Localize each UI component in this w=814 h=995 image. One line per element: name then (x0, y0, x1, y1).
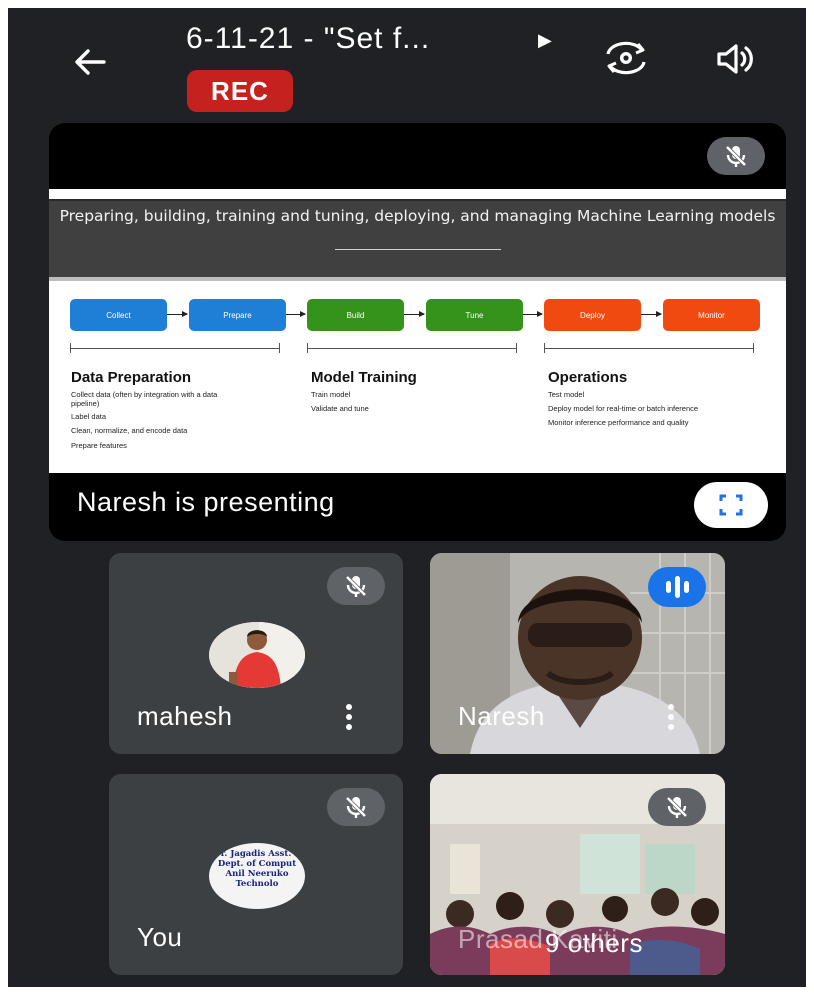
mic-off-icon (648, 788, 706, 826)
column-item: Monitor inference performance and qualit… (548, 418, 689, 427)
column-item: Label data (71, 412, 107, 421)
presenting-label: Naresh is presenting (77, 487, 335, 517)
meeting-title[interactable]: 6-11-21 - "Set f... (186, 22, 430, 56)
flow-arrow (167, 311, 188, 317)
column-title-model-training: Model Training (311, 369, 417, 386)
avatar-text: Dr. Jagadis Asst. P Dept. of Comput Anil… (213, 849, 301, 889)
phase-bracket (307, 343, 517, 353)
slide-heading: Preparing, building, training and tuning… (59, 207, 776, 225)
fullscreen-button[interactable] (694, 482, 768, 528)
flow-arrow (286, 311, 306, 317)
participant-name: You (137, 922, 183, 952)
camera-switch-icon[interactable] (602, 38, 650, 78)
flow-arrow (523, 311, 543, 317)
participant-name: Naresh (458, 701, 545, 731)
step-build: Build (307, 299, 404, 331)
shared-slide: Preparing, building, training and tuning… (49, 189, 786, 473)
step-collect: Collect (70, 299, 167, 331)
column-item: Deploy model for real-time or batch infe… (548, 404, 699, 413)
mic-off-icon (327, 567, 385, 605)
more-vert-icon[interactable] (661, 701, 681, 733)
audio-level-icon (648, 567, 706, 607)
column-item: Collect data (often by integration with … (71, 390, 218, 408)
triangle-right-icon[interactable]: ▶ (538, 30, 552, 51)
column-title-operations: Operations (548, 369, 628, 386)
others-count-label: 9 others (545, 928, 643, 958)
mic-off-icon (707, 137, 765, 175)
presentation-tile[interactable]: Preparing, building, training and tuning… (49, 123, 786, 541)
participant-tile-mahesh[interactable]: mahesh (109, 553, 403, 754)
recording-badge: REC (187, 70, 293, 112)
participant-tile-naresh[interactable]: Naresh (430, 553, 725, 754)
flow-arrow (641, 311, 662, 317)
column-item: Prepare features (71, 441, 127, 450)
meet-call-screen: 6-11-21 - "Set f... ▶ REC Preparing, bui… (8, 8, 806, 987)
participant-tile-you[interactable]: Dr. Jagadis Asst. P Dept. of Comput Anil… (109, 774, 403, 975)
slide-heading-underline (335, 249, 501, 250)
step-deploy: Deploy (544, 299, 641, 331)
column-item: Train model (311, 390, 351, 399)
step-monitor: Monitor (663, 299, 760, 331)
participant-name: mahesh (137, 701, 233, 731)
avatar (209, 622, 305, 688)
step-prepare: Prepare (189, 299, 286, 331)
column-item: Validate and tune (311, 404, 369, 413)
flow-arrow (404, 311, 425, 317)
participant-tile-others[interactable]: Prasad Kaviti 9 others (430, 774, 725, 975)
column-item: Test model (548, 390, 585, 399)
avatar: Dr. Jagadis Asst. P Dept. of Comput Anil… (209, 843, 305, 909)
more-vert-icon[interactable] (339, 701, 359, 733)
speaker-icon[interactable] (714, 40, 758, 78)
step-tune: Tune (426, 299, 523, 331)
column-title-data-preparation: Data Preparation (71, 369, 192, 386)
phase-bracket (544, 343, 754, 353)
phase-bracket (70, 343, 280, 353)
fullscreen-icon (719, 494, 743, 516)
mic-off-icon (327, 788, 385, 826)
arrow-left-icon[interactable] (70, 42, 110, 82)
column-item: Clean, normalize, and encode data (71, 426, 188, 435)
